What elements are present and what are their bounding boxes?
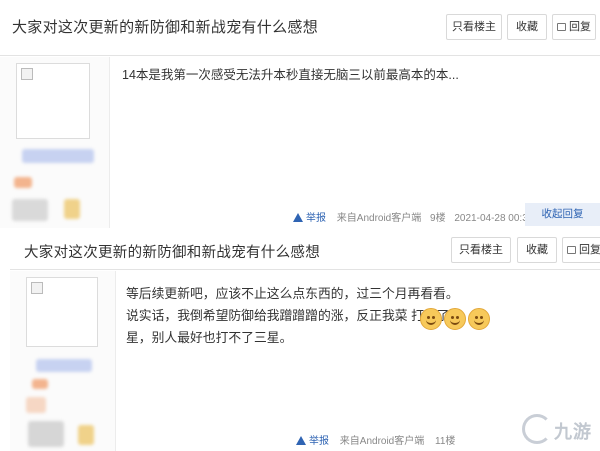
smiley-emoji: [444, 308, 466, 330]
post-title: 大家对这次更新的新防御和新战宠有什么感想: [12, 19, 319, 36]
only-op-button[interactable]: 只看楼主: [451, 237, 511, 263]
reply-button-label: 回复: [569, 21, 591, 33]
favorite-button[interactable]: 收藏: [507, 14, 547, 40]
blurred-badge: [26, 397, 46, 413]
smiley-emoji: [468, 308, 490, 330]
blurred-username: [36, 359, 92, 372]
blurred-level-badge: [14, 177, 32, 188]
user-info-column: [0, 57, 110, 228]
only-op-button[interactable]: 只看楼主: [446, 14, 502, 40]
client-source: 来自Android客户端: [336, 213, 422, 224]
client-source: 来自Android客户端: [339, 436, 425, 447]
post-content: 等后续更新吧，应该不止这么点东西的，过三个月再看看。说实话，我倒希望防御给我蹭蹭…: [126, 286, 463, 345]
post-panel-11: 大家对这次更新的新防御和新战宠有什么感想 只看楼主 收藏 回复 等后续更新吧，应…: [10, 230, 600, 451]
report-link[interactable]: 举报: [296, 436, 329, 447]
post-title-bar: 大家对这次更新的新防御和新战宠有什么感想 只看楼主 收藏 回复: [10, 230, 600, 270]
favorite-button[interactable]: 收藏: [517, 237, 557, 263]
blurred-level-badge: [32, 379, 48, 389]
blurred-badge: [28, 421, 64, 447]
blurred-badge: [12, 199, 48, 221]
post-footer: 举报 来自Android客户端 11楼: [296, 432, 455, 447]
nine-game-logo-icon: [522, 414, 552, 444]
post-title: 大家对这次更新的新防御和新战宠有什么感想: [24, 245, 320, 261]
post-footer: 举报 来自Android客户端 9楼 2021-04-28 00:30: [293, 209, 533, 224]
watermark-logo: 九游: [522, 412, 594, 446]
reply-button[interactable]: 回复: [552, 14, 596, 40]
report-link[interactable]: 举报: [293, 213, 326, 224]
smiley-emoji: [420, 308, 442, 330]
post-panel-9: 大家对这次更新的新防御和新战宠有什么感想 只看楼主 收藏 回复 14本是我第一次…: [0, 0, 600, 228]
watermark-text: 九游: [554, 422, 592, 442]
blurred-username: [22, 149, 94, 163]
broken-image-icon: [31, 282, 43, 294]
reply-button-label: 回复: [579, 244, 600, 256]
avatar[interactable]: [26, 277, 98, 347]
broken-image-icon: [21, 68, 33, 80]
report-label: 举报: [309, 436, 329, 447]
reply-icon: [567, 246, 576, 254]
report-label: 举报: [306, 213, 326, 224]
reply-button[interactable]: 回复: [562, 237, 600, 263]
user-info-column: [10, 271, 116, 451]
floor-number: 9楼: [430, 213, 446, 224]
post-title-bar: 大家对这次更新的新防御和新战宠有什么感想 只看楼主 收藏 回复: [0, 0, 600, 56]
fold-replies-button[interactable]: 收起回复: [525, 203, 600, 226]
reply-icon: [557, 23, 566, 31]
warning-icon: [293, 213, 303, 222]
blurred-badge: [64, 199, 80, 219]
post-content: 14本是我第一次感受无法升本秒直接无脑三以前最高本的本...: [122, 68, 459, 82]
floor-number: 11楼: [435, 436, 456, 447]
avatar[interactable]: [16, 63, 90, 139]
blurred-badge: [78, 425, 94, 445]
warning-icon: [296, 436, 306, 445]
post-datetime: 2021-04-28 00:30: [454, 213, 534, 224]
